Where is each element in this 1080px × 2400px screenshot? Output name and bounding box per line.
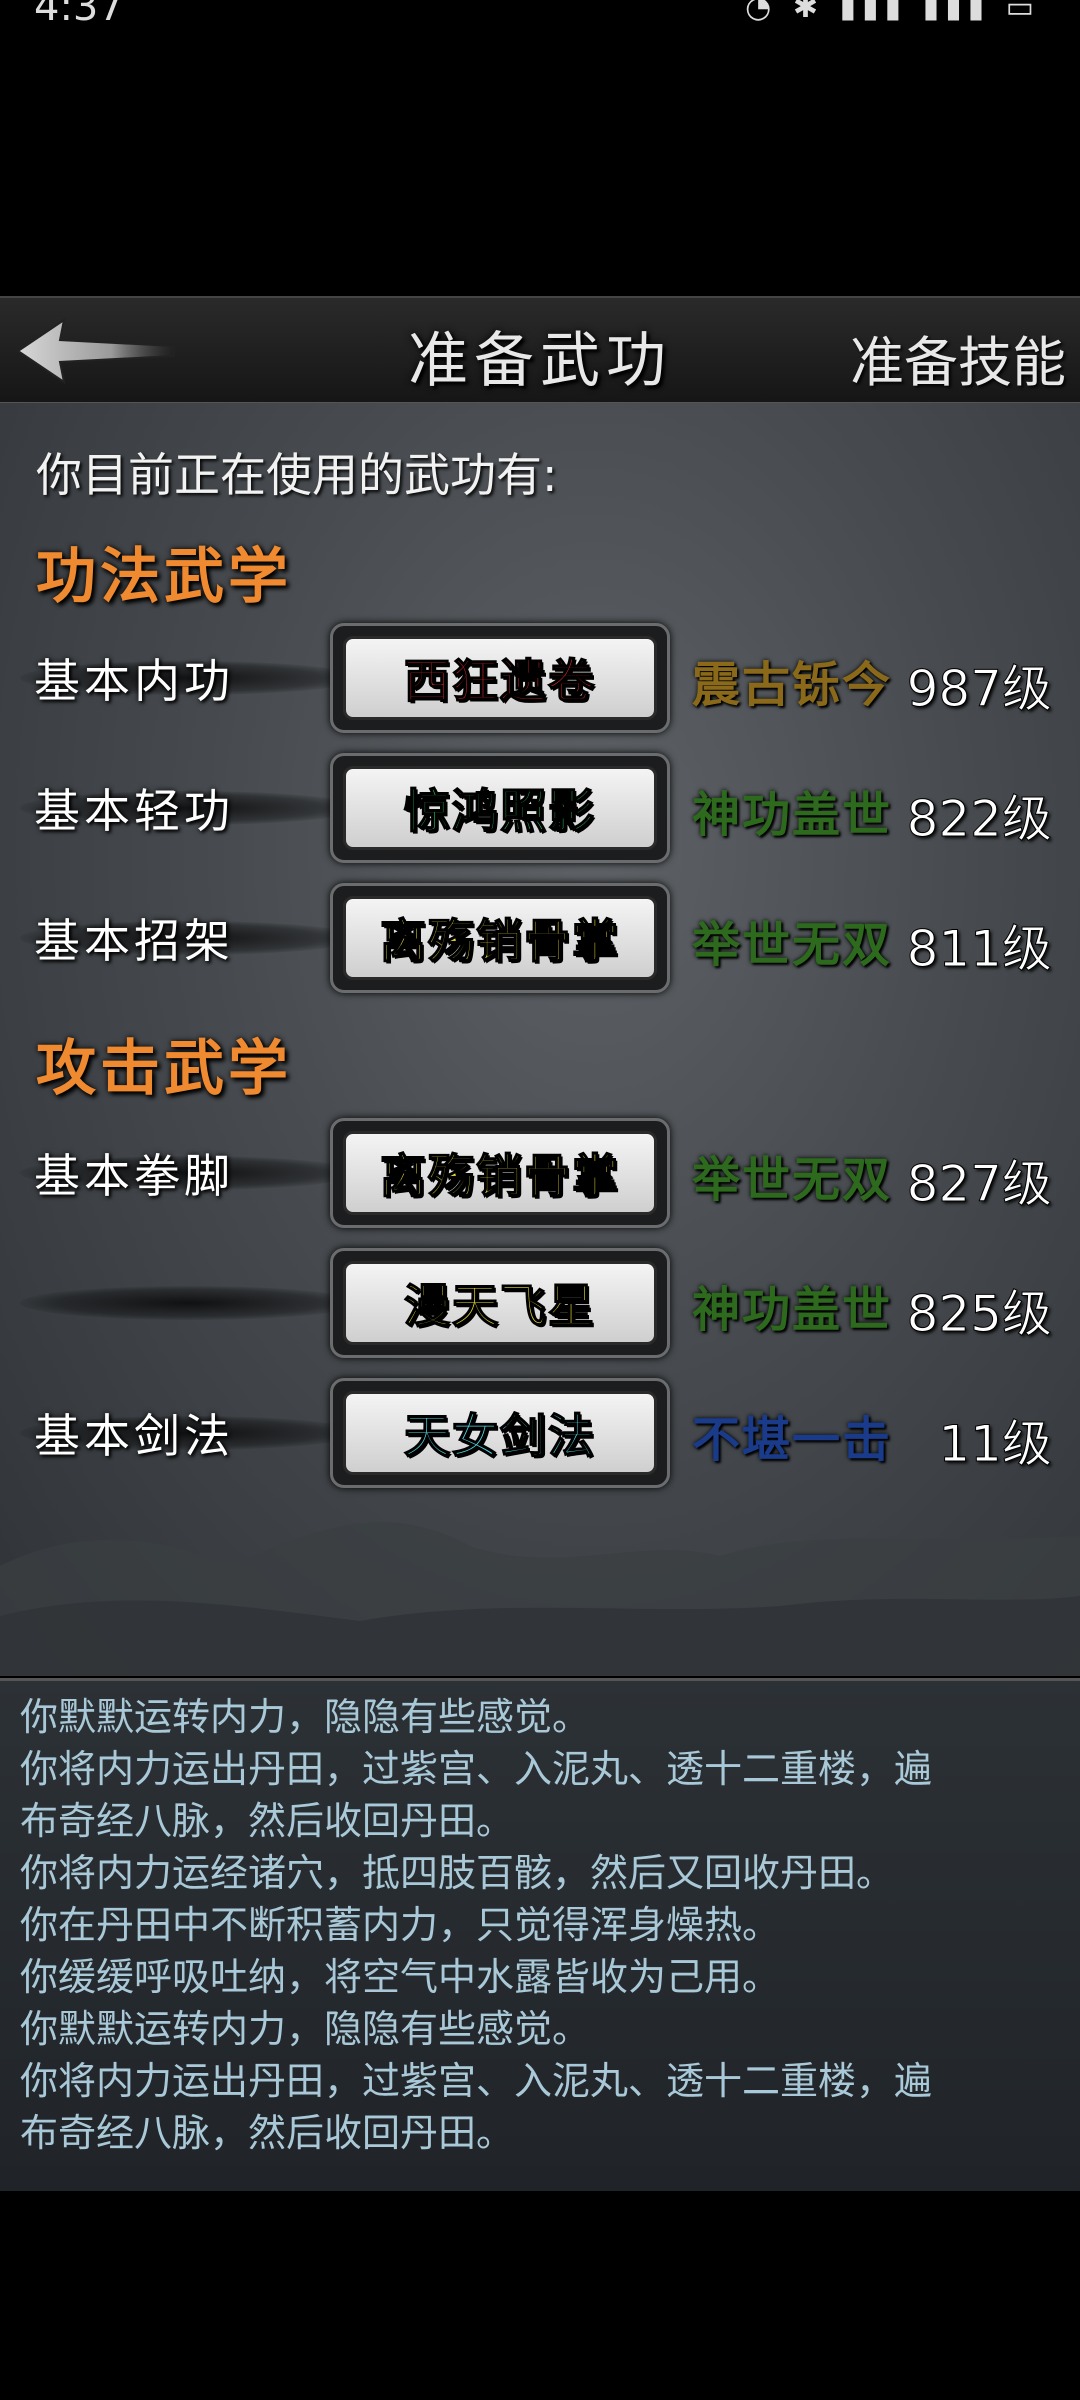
level-value: 811级 [906, 920, 1052, 979]
rank-label: 举世无双 [692, 917, 893, 973]
message-log[interactable]: 你默默运转内力，隐隐有些感觉。 你将内力运出丹田，过紫宫、入泥丸、透十二重楼，遍… [0, 1678, 1080, 2191]
skill-row-parry: 基本招架 离殇销骨掌 举世无双 811级 [0, 883, 1080, 993]
martial-art-button[interactable]: 惊鸿照影 [330, 753, 670, 863]
skill-type-label: 基本拳脚 [34, 1149, 234, 1203]
martial-art-name: 天女剑法 [403, 1408, 596, 1464]
intro-text: 你目前正在使用的武功有: [36, 448, 558, 502]
skill-row-fist: 基本拳脚 离殇销骨掌 举世无双 827级 [0, 1118, 1080, 1228]
skill-row-hidden-weapon: 漫天飞星 神功盖世 825级 [0, 1248, 1080, 1358]
martial-art-name: 惊鸿照影 [403, 783, 596, 839]
status-time: 4:37 [34, 0, 124, 30]
martial-art-button[interactable]: 漫天飞星 [330, 1248, 670, 1358]
skill-row-inner-power: 基本内功 西狂遗卷 震古铄今 987级 [0, 623, 1080, 733]
log-line: 你将内力运出丹田，过紫宫、入泥丸、透十二重楼，遍 [20, 2059, 933, 2103]
section-heading-attack: 攻击武学 [36, 1034, 292, 1104]
ink-smudge [20, 1286, 360, 1320]
martial-art-button[interactable]: 离殇销骨掌 [330, 883, 670, 993]
status-indicators: ◔ ✱ ▮▮▮ ▮▮▮ ▭ [745, 0, 1040, 25]
log-line: 你在丹田中不断积蓄内力，只觉得浑身燥热。 [20, 1903, 781, 1947]
rank-label: 不堪一击 [692, 1412, 893, 1468]
rank-label: 举世无双 [692, 1152, 893, 1208]
skill-type-label: 基本轻功 [34, 784, 234, 838]
equipped-martial-arts-panel: 你目前正在使用的武功有: 功法武学 基本内功 西狂遗卷 震古铄今 987级 基本… [0, 403, 1080, 1676]
level-value: 825级 [906, 1285, 1052, 1344]
martial-art-button[interactable]: 西狂遗卷 [330, 623, 670, 733]
rank-label: 神功盖世 [692, 787, 893, 843]
rank-label: 震古铄今 [692, 657, 893, 713]
prepare-skills-button[interactable]: 准备技能 [850, 318, 1066, 397]
log-line: 你将内力运经诸穴，抵四肢百骸，然后又回收丹田。 [20, 1851, 895, 1895]
skill-type-label: 基本剑法 [34, 1409, 234, 1463]
log-line: 布奇经八脉，然后收回丹田。 [20, 1799, 515, 1843]
martial-art-button[interactable]: 天女剑法 [330, 1378, 670, 1488]
skill-row-sword: 基本剑法 天女剑法 不堪一击 11级 [0, 1378, 1080, 1488]
level-value: 822级 [906, 790, 1052, 849]
martial-art-name: 西狂遗卷 [403, 653, 596, 709]
status-bar: 4:37 ◔ ✱ ▮▮▮ ▮▮▮ ▭ [0, 0, 1080, 40]
log-line: 你将内力运出丹田，过紫宫、入泥丸、透十二重楼，遍 [20, 1747, 933, 1791]
skill-type-label: 基本内功 [34, 654, 234, 708]
header-bar: 准备武功 准备技能 [0, 296, 1080, 405]
log-line: 你默默运转内力，隐隐有些感觉。 [20, 1695, 591, 1739]
rank-label: 神功盖世 [692, 1282, 893, 1338]
martial-art-name: 离殇销骨掌 [379, 1148, 620, 1204]
martial-art-name: 离殇销骨掌 [379, 913, 620, 969]
level-value: 987级 [906, 660, 1052, 719]
level-value: 827级 [906, 1155, 1052, 1214]
skill-type-label: 基本招架 [34, 914, 234, 968]
skill-row-lightness: 基本轻功 惊鸿照影 神功盖世 822级 [0, 753, 1080, 863]
level-value: 11级 [938, 1415, 1053, 1474]
martial-art-button[interactable]: 离殇销骨掌 [330, 1118, 670, 1228]
log-line: 你缓缓呼吸吐纳，将空气中水露皆收为己用。 [20, 1955, 781, 1999]
log-line: 布奇经八脉，然后收回丹田。 [20, 2111, 515, 2155]
log-line: 你默默运转内力，隐隐有些感觉。 [20, 2007, 591, 2051]
martial-art-name: 漫天飞星 [403, 1278, 596, 1334]
section-heading-internal: 功法武学 [36, 542, 292, 612]
